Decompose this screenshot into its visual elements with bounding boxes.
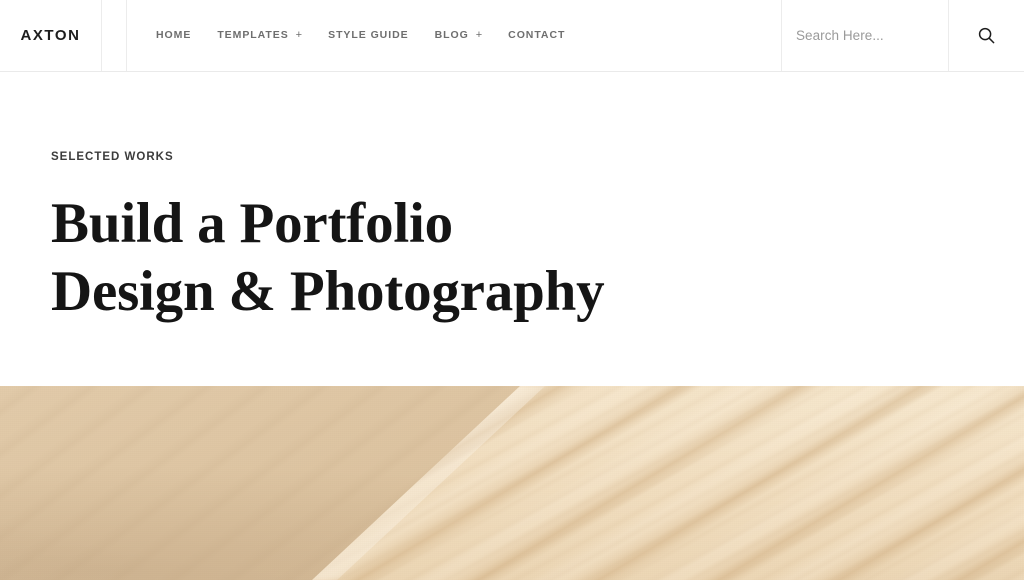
site-header: AXTON HOME TEMPLATES + STYLE GUIDE BLOG [0, 0, 1024, 72]
header-gap-cell [102, 0, 126, 71]
site-logo: AXTON [20, 27, 81, 44]
hero-section: SELECTED WORKS Build a Portfolio Design … [0, 72, 1024, 386]
plus-icon-blog[interactable]: + [476, 30, 482, 41]
nav-item-contact[interactable]: CONTACT [508, 30, 565, 41]
nav-list: HOME TEMPLATES + STYLE GUIDE BLOG + CONT… [156, 30, 565, 41]
hero-title-line-1: Build a Portfolio [51, 191, 453, 255]
nav-item-templates[interactable]: TEMPLATES + [217, 30, 302, 41]
nav-link-templates[interactable]: TEMPLATES [217, 30, 288, 41]
page-root: AXTON HOME TEMPLATES + STYLE GUIDE BLOG [0, 0, 1024, 580]
hero-title-line-2: Design & Photography [51, 260, 605, 324]
search-icon [978, 27, 995, 44]
hero-photo [0, 386, 1024, 580]
page-title: Build a Portfolio Design & Photography [51, 190, 1024, 328]
nav-item-blog[interactable]: BLOG + [435, 30, 483, 41]
nav-item-style-guide[interactable]: STYLE GUIDE [328, 30, 408, 41]
plus-icon-templates[interactable]: + [296, 30, 302, 41]
nav-link-home[interactable]: HOME [156, 30, 191, 41]
search-input[interactable] [796, 28, 948, 43]
nav-link-style-guide[interactable]: STYLE GUIDE [328, 30, 408, 41]
nav-link-blog[interactable]: BLOG [435, 30, 469, 41]
nav-link-contact[interactable]: CONTACT [508, 30, 565, 41]
brand-cell[interactable]: AXTON [0, 0, 101, 71]
search-field-cell[interactable] [782, 0, 948, 71]
hero-eyebrow: SELECTED WORKS [51, 151, 174, 163]
search-submit-button[interactable] [949, 0, 1024, 71]
primary-navigation: HOME TEMPLATES + STYLE GUIDE BLOG + CONT… [127, 0, 781, 71]
nav-item-home[interactable]: HOME [156, 30, 191, 41]
